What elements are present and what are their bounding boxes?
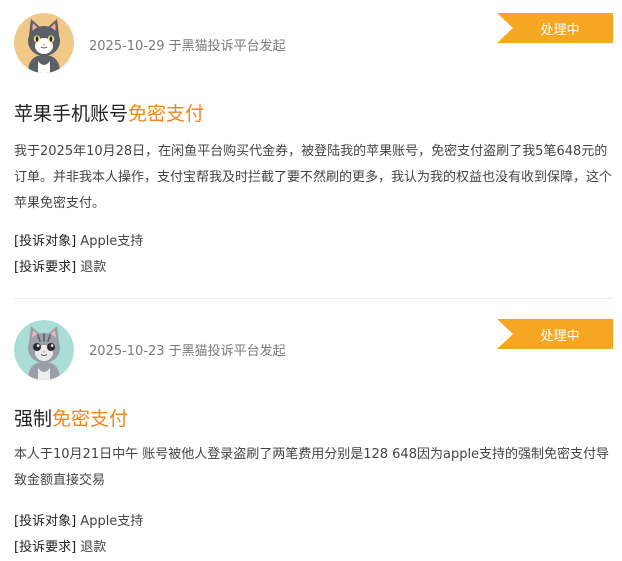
demand-label: [投诉要求]	[14, 260, 77, 275]
target-value: Apple支持	[80, 234, 144, 249]
demand-value: 退款	[80, 260, 107, 275]
target-label: [投诉对象]	[14, 234, 77, 249]
title-text: 苹果手机账号	[14, 103, 129, 125]
demand-value: 退款	[80, 540, 107, 555]
complaint-demand: [投诉要求] 退款	[14, 256, 106, 275]
complaint-description: 本人于10月21日中午 账号被他人登录盗刷了两笔费用分别是128 648因为ap…	[14, 447, 610, 488]
title-highlight: 免密支付	[128, 103, 205, 125]
complaint-target: [投诉对象] Apple支持	[14, 230, 143, 249]
cat-avatar-icon	[14, 13, 74, 73]
status-badge: 处理中	[497, 13, 613, 43]
complaint-title[interactable]: 强制免密支付	[14, 404, 128, 431]
complaint-date-source: 2025-10-23 于黑猫投诉平台发起	[89, 344, 286, 359]
complaint-card[interactable]: 2025-10-29 于黑猫投诉平台发起 处理中 苹果手机账号免密支付 我于20…	[0, 0, 622, 298]
complaint-date-source: 2025-10-29 于黑猫投诉平台发起	[89, 39, 286, 54]
complaint-target: [投诉对象] Apple支持	[14, 510, 143, 529]
complaint-title[interactable]: 苹果手机账号免密支付	[14, 99, 204, 126]
target-value: Apple支持	[80, 514, 144, 529]
complaint-description: 我于2025年10月28日，在闲鱼平台购买代金券，被登陆我的苹果账号，免密支付盗…	[14, 144, 613, 211]
demand-label: [投诉要求]	[14, 540, 77, 555]
card-divider	[14, 298, 612, 299]
complaint-demand: [投诉要求] 退款	[14, 536, 106, 555]
target-label: [投诉对象]	[14, 514, 77, 529]
cat-avatar-icon	[14, 320, 74, 380]
complaint-card[interactable]: 2025-10-23 于黑猫投诉平台发起 处理中 强制免密支付 本人于10月21…	[0, 305, 622, 561]
status-badge: 处理中	[497, 319, 613, 349]
title-highlight: 免密支付	[52, 408, 129, 430]
title-text: 强制	[14, 408, 53, 430]
